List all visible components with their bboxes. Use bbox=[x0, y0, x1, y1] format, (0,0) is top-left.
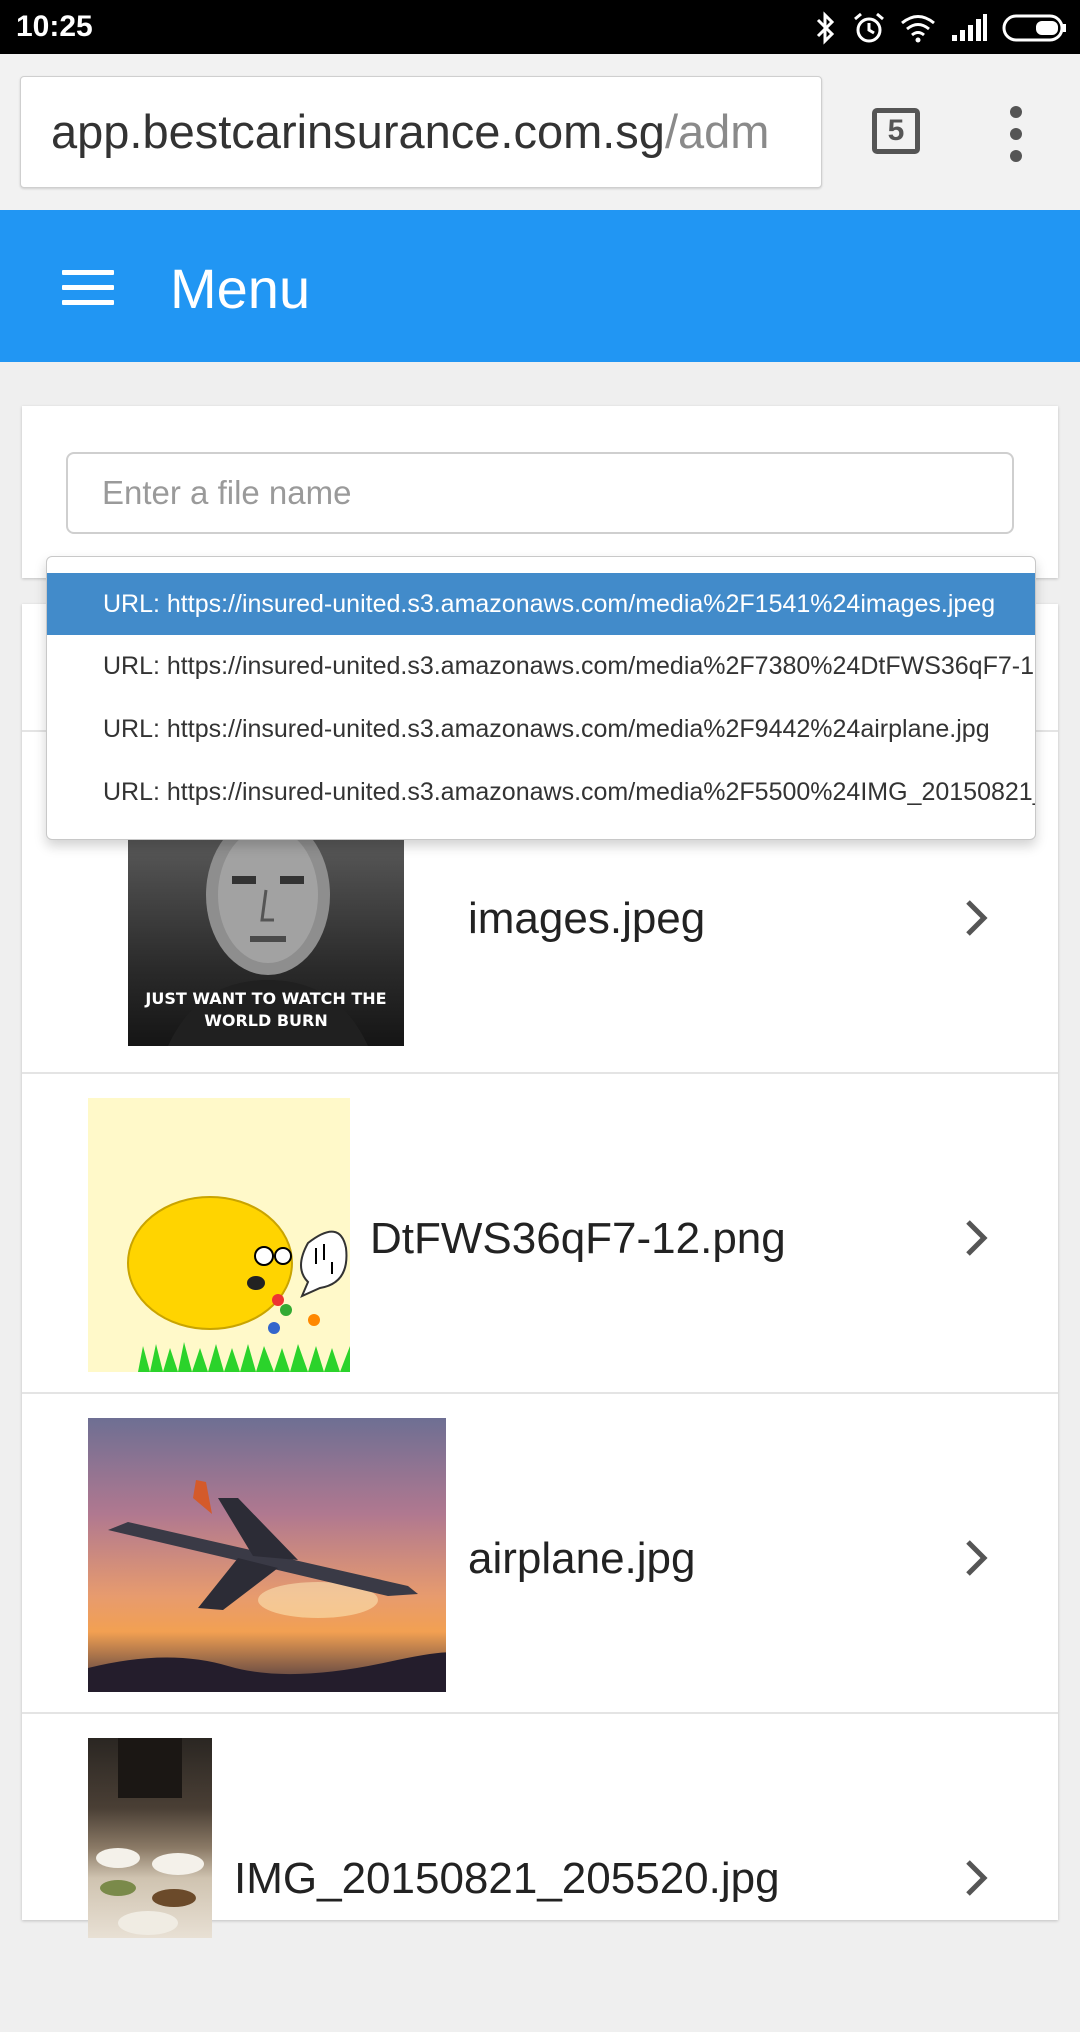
wifi-icon bbox=[901, 15, 935, 43]
autocomplete-option[interactable]: URL: https://insured-united.s3.amazonaws… bbox=[47, 698, 1035, 760]
status-time: 10:25 bbox=[16, 10, 93, 43]
url-host: app.bestcarinsurance.com.sg bbox=[51, 105, 665, 158]
file-name: images.jpeg bbox=[468, 894, 706, 943]
autocomplete-option[interactable]: URL: https://insured-united.s3.amazonaws… bbox=[47, 635, 1035, 697]
alarm-icon bbox=[854, 12, 884, 43]
browser-toolbar: app.bestcarinsurance.com.sg/adm 5 bbox=[0, 54, 1080, 211]
search-card bbox=[22, 406, 1058, 578]
list-item[interactable]: DtFWS36qF7-12.png bbox=[22, 1074, 1058, 1394]
file-thumbnail bbox=[88, 1098, 350, 1372]
tab-switcher-button[interactable]: 5 bbox=[872, 108, 920, 154]
autocomplete-dropdown: URL: https://insured-united.s3.amazonaws… bbox=[46, 556, 1036, 840]
chevron-right-icon bbox=[966, 1220, 988, 1256]
status-bar: 10:25 bbox=[0, 0, 1080, 54]
tab-count: 5 bbox=[887, 114, 905, 147]
app-header: Menu bbox=[0, 210, 1080, 362]
file-name-search-input[interactable] bbox=[66, 452, 1014, 534]
more-options-icon[interactable] bbox=[1000, 106, 1032, 162]
chevron-right-icon bbox=[966, 1540, 988, 1576]
chevron-right-icon bbox=[966, 1860, 988, 1896]
file-thumbnail bbox=[88, 1738, 212, 1938]
chevron-right-icon bbox=[966, 900, 988, 936]
file-name: airplane.jpg bbox=[468, 1534, 696, 1583]
url-path: /adm bbox=[664, 105, 770, 158]
list-item[interactable]: IMG_20150821_205520.jpg bbox=[22, 1714, 1058, 2032]
hamburger-menu-icon[interactable] bbox=[62, 270, 114, 305]
thumbnail-caption: JUST WANT TO WATCH THE WORLD BURN bbox=[145, 989, 387, 1030]
autocomplete-option[interactable]: URL: https://insured-united.s3.amazonaws… bbox=[47, 761, 1035, 823]
list-item[interactable]: airplane.jpg bbox=[22, 1394, 1058, 1714]
file-name: DtFWS36qF7-12.png bbox=[370, 1214, 786, 1263]
file-name: IMG_20150821_205520.jpg bbox=[234, 1854, 780, 1903]
bluetooth-icon bbox=[816, 11, 835, 45]
battery-icon bbox=[1002, 14, 1066, 42]
food-image-icon bbox=[96, 1738, 204, 1935]
file-thumbnail bbox=[88, 1418, 446, 1692]
airplane-image-icon bbox=[88, 1480, 446, 1692]
address-url: app.bestcarinsurance.com.sg/adm bbox=[51, 107, 769, 157]
status-icons bbox=[814, 8, 1068, 48]
page-title: Menu bbox=[170, 257, 311, 320]
autocomplete-option[interactable]: URL: https://insured-united.s3.amazonaws… bbox=[47, 573, 1035, 635]
signal-icon bbox=[952, 14, 987, 41]
address-bar[interactable]: app.bestcarinsurance.com.sg/adm bbox=[20, 76, 822, 188]
lemon-drawing-icon bbox=[127, 1196, 350, 1372]
